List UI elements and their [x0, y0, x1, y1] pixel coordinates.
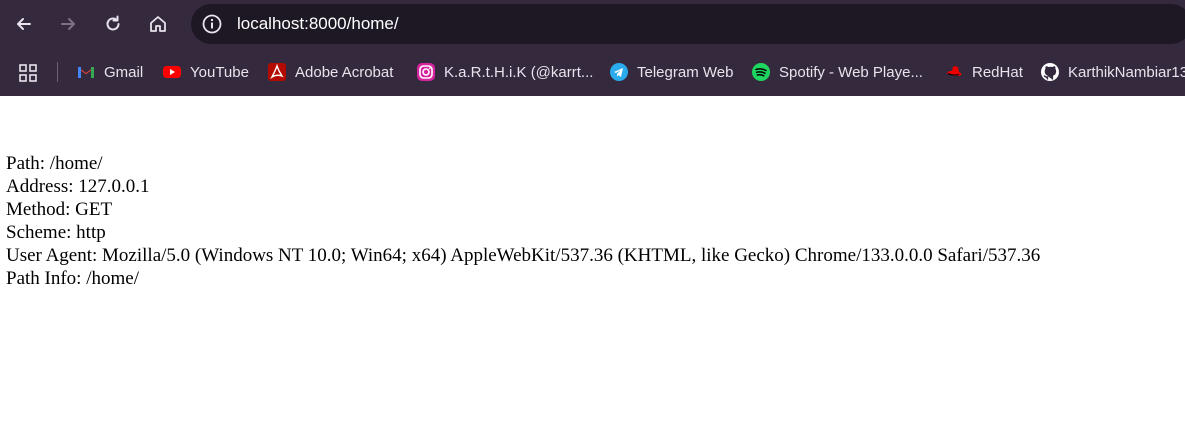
- github-icon: [1040, 62, 1060, 82]
- home-button[interactable]: [143, 9, 173, 39]
- address-bar[interactable]: [191, 4, 1185, 44]
- bookmark-adobe-acrobat[interactable]: Adobe Acrobat: [267, 60, 393, 84]
- bookmark-youtube[interactable]: YouTube: [162, 60, 249, 84]
- spotify-icon: [751, 62, 771, 82]
- reload-button[interactable]: [98, 9, 128, 39]
- bookmark-label: YouTube: [190, 63, 249, 81]
- bookmark-label: RedHat: [972, 63, 1023, 81]
- bookmark-label: K.a.R.t.H.i.K (@karrt...: [444, 63, 594, 81]
- adobe-acrobat-icon: [267, 62, 287, 82]
- method-line: Method: GET: [6, 199, 113, 220]
- path-info-line: Path Info: /home/: [6, 268, 139, 289]
- reload-icon: [106, 15, 120, 31]
- back-button[interactable]: [9, 9, 39, 39]
- browser-toolbar: [0, 0, 1185, 48]
- page-content: Path: /home/ Address: 127.0.0.1 Method: …: [6, 152, 1040, 290]
- bookmark-spotify[interactable]: Spotify - Web Playe...: [751, 60, 923, 84]
- bookmark-redhat[interactable]: RedHat: [944, 60, 1023, 84]
- apps-grid-icon[interactable]: [18, 63, 38, 83]
- bookmarks-bar: Gmail YouTube Adobe Acrobat K.a.R.t.H.i.…: [0, 48, 1185, 96]
- browser-chrome: Gmail YouTube Adobe Acrobat: [0, 0, 1185, 96]
- site-info-icon[interactable]: [201, 13, 223, 35]
- path-line: Path: /home/: [6, 153, 103, 174]
- url-input[interactable]: [237, 14, 1037, 34]
- bookmark-label: Spotify - Web Playe...: [779, 63, 923, 81]
- bookmarks-divider: [57, 62, 58, 82]
- bookmark-telegram[interactable]: Telegram Web: [609, 60, 733, 84]
- home-icon: [150, 16, 166, 32]
- youtube-icon: [162, 62, 182, 82]
- bookmark-label: Adobe Acrobat: [295, 63, 394, 81]
- forward-arrow-icon: [61, 18, 75, 30]
- bookmark-instagram[interactable]: K.a.R.t.H.i.K (@karrt...: [416, 60, 593, 84]
- redhat-icon: [944, 62, 964, 82]
- back-arrow-icon: [17, 18, 31, 30]
- bookmark-github[interactable]: KarthikNambiar13: [1040, 60, 1185, 84]
- user-agent-line: User Agent: Mozilla/5.0 (Windows NT 10.0…: [6, 245, 1041, 266]
- telegram-icon: [609, 62, 629, 82]
- bookmark-gmail[interactable]: Gmail: [76, 60, 143, 84]
- scheme-line: Scheme: http: [6, 222, 106, 243]
- bookmark-label: KarthikNambiar13: [1068, 63, 1185, 81]
- gmail-icon: [76, 62, 96, 82]
- bookmark-label: Telegram Web: [637, 63, 734, 81]
- address-line: Address: 127.0.0.1: [6, 176, 150, 197]
- bookmark-label: Gmail: [104, 63, 144, 81]
- instagram-icon: [416, 62, 436, 82]
- forward-button[interactable]: [53, 9, 83, 39]
